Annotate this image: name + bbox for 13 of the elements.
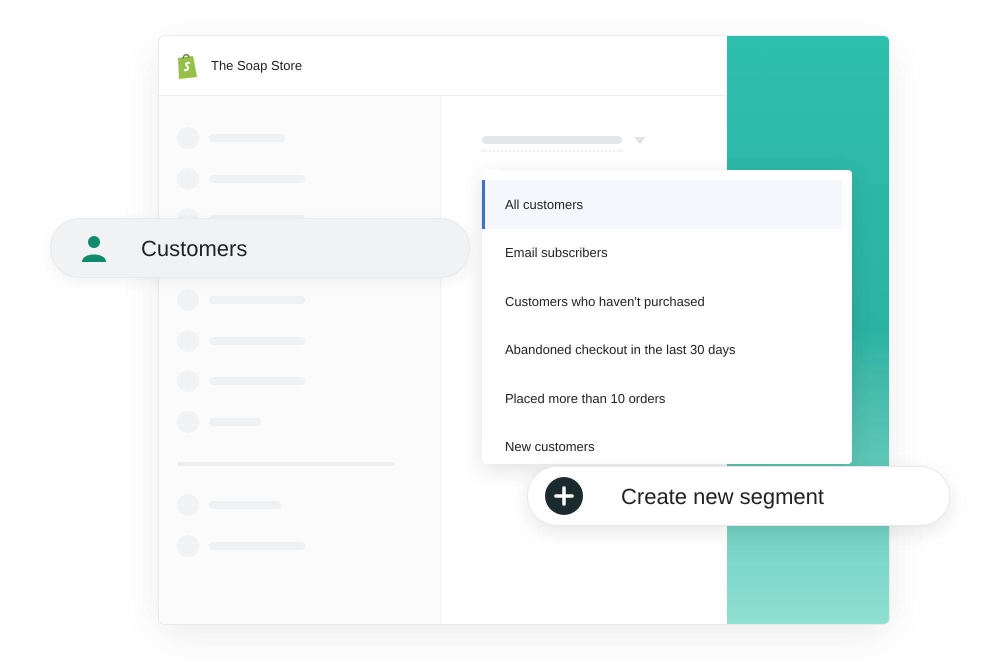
menu-item[interactable]: Customers who haven't purchased xyxy=(482,277,842,326)
plus-icon xyxy=(545,477,583,515)
create-segment-button[interactable]: Create new segment xyxy=(527,466,950,526)
customers-nav-item[interactable]: Customers xyxy=(50,218,470,278)
person-icon xyxy=(79,233,109,263)
shopping-bag-logo-icon xyxy=(175,52,199,80)
menu-item[interactable]: Abandoned checkout in the last 30 days xyxy=(482,326,842,374)
menu-item[interactable]: Email subscribers xyxy=(482,228,842,277)
menu-item[interactable]: Placed more than 10 orders xyxy=(482,374,842,422)
window-title: The Soap Store xyxy=(211,56,302,75)
menu-item[interactable]: New customers xyxy=(482,422,842,462)
caret-icon xyxy=(634,136,646,144)
menu-item[interactable]: All customers xyxy=(482,180,842,228)
